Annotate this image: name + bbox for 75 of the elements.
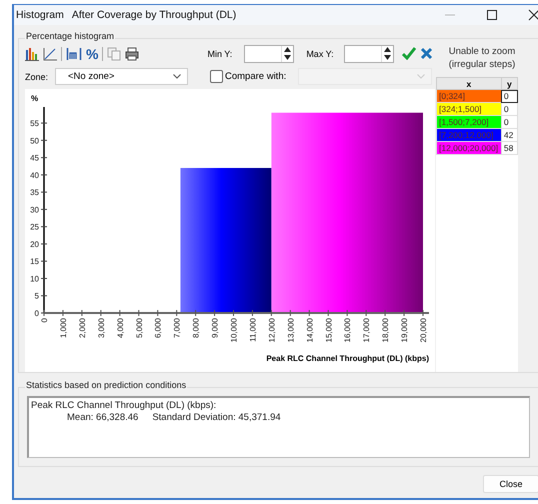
y-axis-label: %	[31, 94, 38, 103]
table-cell: [324;1,500]	[436, 102, 502, 116]
tick-label: 6,000	[154, 318, 163, 338]
tick-label: 20	[30, 240, 39, 249]
tick-label: 10,000	[230, 318, 238, 342]
table-cell: [1,500;7,200]	[436, 116, 502, 129]
statistic-value: Mean: 66,328.46	[67, 412, 138, 423]
group-title: Statistics based on prediction conditions	[25, 380, 188, 390]
tick-label: 2,000	[78, 318, 87, 338]
tick-label: 0	[40, 318, 49, 322]
up-arrow-icon[interactable]	[284, 47, 292, 52]
cancel-icon[interactable]	[420, 47, 433, 60]
tick-label: 45	[30, 154, 39, 163]
up-arrow-icon[interactable]	[384, 47, 391, 52]
checkmark-icon[interactable]	[402, 47, 416, 60]
tick-label: 3,000	[96, 318, 106, 338]
max-y-label: Max Y:	[306, 48, 334, 59]
tick-label: 5	[34, 292, 39, 301]
tick-label: 14,000	[305, 318, 314, 342]
table-cell: [7,200;12,000]	[436, 128, 502, 142]
tick-label: 8,000	[192, 318, 201, 338]
tick-label: 12,000	[267, 318, 276, 342]
chevron-icon	[417, 74, 426, 80]
column-header[interactable]: y	[501, 78, 518, 90]
statistic-value: Standard Deviation: 45,371.94	[152, 412, 281, 423]
tick-label: 20,000	[419, 318, 428, 342]
tick-label: 0	[34, 309, 39, 318]
percent-button[interactable]: %	[86, 46, 98, 62]
zone-dropdown[interactable]: <No zone>	[55, 68, 188, 86]
table-cell: [12,000;20,000]	[436, 142, 502, 155]
chevron-icon	[173, 74, 181, 80]
bar-chart-icon[interactable]	[25, 46, 39, 61]
line-chart-icon[interactable]	[43, 46, 57, 61]
window-title: Histogram	[16, 9, 64, 21]
statistics-heading: Peak RLC Channel Throughput (DL) (kbps):	[31, 400, 218, 411]
tick-label: 5,000	[134, 318, 144, 338]
tick-label: 30	[30, 205, 39, 214]
tick-label: 4,000	[116, 318, 125, 338]
max-y-field[interactable]	[344, 44, 394, 63]
print-icon[interactable]	[125, 46, 140, 61]
tick-label: 10	[30, 274, 39, 284]
x-axis-label: Peak RLC Channel Throughput (DL) (kbps)	[266, 354, 429, 363]
column-header[interactable]: x	[436, 78, 502, 90]
window-subtitle: After Coverage by Throughput (DL)	[72, 9, 236, 21]
min-y-label: Min Y:	[207, 48, 232, 59]
tick-label: 15	[30, 257, 39, 266]
zoom-note: Unable to zoom (irregular steps)	[448, 45, 516, 72]
table-cell[interactable]: 0	[501, 90, 518, 103]
tick-label: 40	[30, 170, 39, 180]
tick-label: 55	[30, 119, 39, 128]
compare-label: Compare with:	[225, 71, 286, 82]
tick-label: 11,000	[248, 318, 258, 342]
group-title: Percentage histogram	[25, 31, 116, 41]
maximize-icon[interactable]	[486, 9, 498, 21]
down-arrow-icon[interactable]	[284, 55, 292, 60]
tick-label: 35	[30, 188, 39, 198]
tick-label: 17,000	[362, 318, 372, 342]
zone-label: Zone:	[25, 72, 50, 82]
compare-checkbox[interactable]	[210, 70, 223, 84]
mean-icon[interactable]	[66, 46, 82, 61]
tick-label: 25	[30, 222, 39, 232]
tick-label: 13,000	[286, 318, 296, 342]
tick-label: 50	[30, 136, 39, 146]
tick-label: 18,000	[381, 318, 390, 342]
min-y-field[interactable]	[244, 44, 294, 63]
tick-label: 16,000	[343, 318, 352, 342]
tick-label: 15,000	[324, 318, 334, 342]
tick-label: 7,000	[172, 318, 182, 338]
tick-label: 19,000	[400, 318, 410, 342]
tick-label: 9,000	[210, 318, 220, 338]
close-icon[interactable]	[528, 9, 538, 21]
close-button[interactable]: Close	[483, 475, 538, 493]
down-arrow-icon[interactable]	[384, 55, 391, 60]
table-cell: [0;324]	[436, 90, 502, 103]
tick-label: 1,000	[58, 318, 68, 338]
